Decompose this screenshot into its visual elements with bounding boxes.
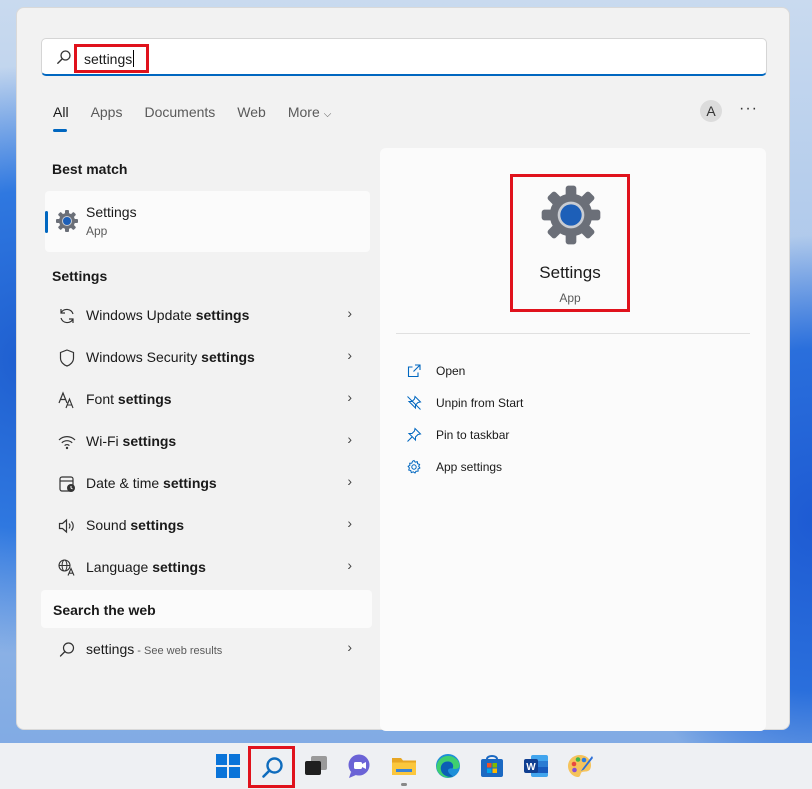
result-date-time-settings[interactable]: Date & time settings › <box>45 466 370 502</box>
preview-app-highlight[interactable]: Settings App <box>510 174 630 312</box>
search-icon <box>57 50 71 64</box>
search-icon <box>262 757 283 778</box>
chevron-right-icon: › <box>347 389 352 405</box>
font-icon <box>58 391 74 409</box>
selection-indicator <box>45 211 48 233</box>
chevron-right-icon: › <box>347 557 352 573</box>
divider <box>396 333 750 334</box>
text-caret <box>133 50 135 67</box>
speaker-icon <box>58 518 74 534</box>
best-match-settings-app[interactable]: Settings App <box>45 191 370 252</box>
tab-all[interactable]: All <box>53 104 69 132</box>
chevron-right-icon: › <box>347 431 352 447</box>
chevron-right-icon: › <box>347 639 352 655</box>
best-match-title: Settings <box>86 204 137 220</box>
result-font-settings[interactable]: Font settings › <box>45 382 370 418</box>
unpin-icon <box>407 395 422 410</box>
preview-app-type: App <box>559 291 581 305</box>
paint-app-icon[interactable] <box>566 752 594 780</box>
best-match-heading: Best match <box>52 161 128 177</box>
language-icon <box>58 559 75 576</box>
calendar-clock-icon <box>59 476 75 492</box>
svg-text:W: W <box>526 762 536 773</box>
result-web-search[interactable]: settings - See web results › <box>45 632 370 668</box>
refresh-icon <box>60 308 74 324</box>
windows-start-icon[interactable] <box>214 752 242 780</box>
pin-icon <box>407 427 422 442</box>
shield-icon <box>59 349 75 367</box>
filter-tabs: All Apps Documents Web More ⌵ <box>53 104 353 132</box>
preview-pane: Settings App Open Unpin from Start Pin t… <box>380 148 766 731</box>
search-web-heading: Search the web <box>41 590 372 628</box>
tab-apps[interactable]: Apps <box>91 104 123 128</box>
start-search-panel: settings All Apps Documents Web More ⌵ A … <box>16 7 790 731</box>
settings-section-heading: Settings <box>52 268 108 284</box>
chevron-right-icon: › <box>347 305 352 321</box>
chat-icon[interactable] <box>346 752 374 780</box>
chevron-down-icon: ⌵ <box>323 109 332 120</box>
preview-app-name: Settings <box>539 263 601 282</box>
settings-gear-icon <box>541 185 601 245</box>
chevron-right-icon: › <box>347 347 352 363</box>
search-input[interactable]: settings <box>41 38 767 76</box>
tab-web[interactable]: Web <box>237 104 266 128</box>
tab-more[interactable]: More ⌵ <box>288 104 332 128</box>
taskbar: W <box>0 743 812 789</box>
open-external-icon <box>407 364 421 378</box>
task-view-icon[interactable] <box>302 752 330 780</box>
chevron-right-icon: › <box>347 515 352 531</box>
result-wifi-settings[interactable]: Wi-Fi settings › <box>45 424 370 460</box>
file-explorer-icon[interactable] <box>390 752 418 780</box>
wifi-icon <box>58 436 76 450</box>
microsoft-store-icon[interactable] <box>478 752 506 780</box>
result-windows-security-settings[interactable]: Windows Security settings › <box>45 340 370 376</box>
search-icon <box>59 642 75 657</box>
running-indicator <box>401 783 407 786</box>
taskbar-search-button[interactable] <box>248 746 295 788</box>
more-options-button[interactable]: ··· <box>739 100 759 120</box>
result-language-settings[interactable]: Language settings › <box>45 550 370 586</box>
gear-icon <box>407 459 421 474</box>
edge-browser-icon[interactable] <box>434 752 462 780</box>
search-query-text[interactable]: settings <box>74 44 149 73</box>
best-match-subtitle: App <box>86 224 108 238</box>
word-app-icon[interactable]: W <box>522 752 550 780</box>
tab-documents[interactable]: Documents <box>144 104 215 128</box>
chevron-right-icon: › <box>347 473 352 489</box>
settings-gear-icon <box>56 210 78 232</box>
result-sound-settings[interactable]: Sound settings › <box>45 508 370 544</box>
avatar[interactable]: A <box>700 100 722 122</box>
result-windows-update-settings[interactable]: Windows Update settings › <box>45 298 370 334</box>
